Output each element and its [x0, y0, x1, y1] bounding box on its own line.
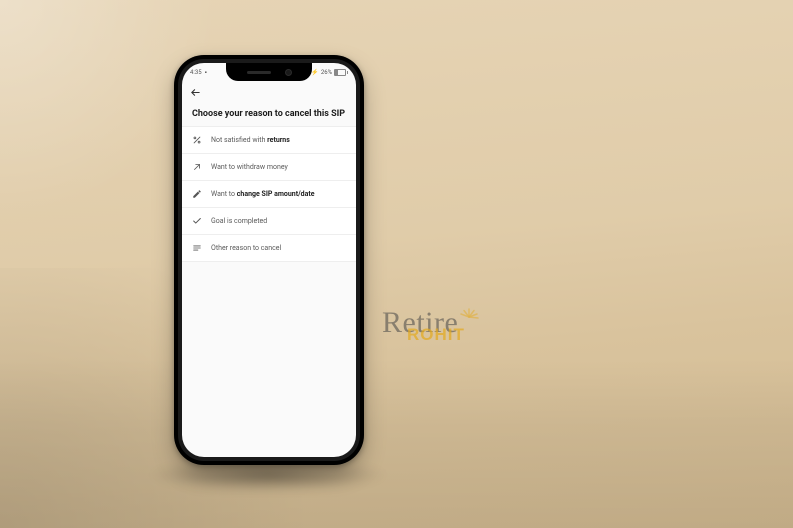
check-icon — [192, 216, 202, 226]
percent-icon — [192, 135, 202, 145]
reason-row-goal-completed[interactable]: Goal is completed — [182, 207, 356, 235]
reason-row-returns[interactable]: Not satisfied with returns — [182, 126, 356, 154]
promo-stage: 4:35 ▪ ⚡ 26% Choose your rea — [0, 0, 793, 528]
reason-row-change-sip[interactable]: Want to change SIP amount/date — [182, 180, 356, 208]
reason-label: Not satisfied with returns — [211, 136, 290, 144]
app-bar — [182, 81, 356, 103]
speaker-slot — [247, 71, 271, 74]
front-camera — [285, 69, 292, 76]
page-title: Choose your reason to cancel this SIP — [182, 103, 356, 127]
arrow-left-icon — [190, 87, 201, 98]
reason-label: Want to change SIP amount/date — [211, 190, 315, 198]
floor-shade — [0, 358, 793, 528]
status-time: 4:35 — [190, 69, 202, 76]
back-button[interactable] — [190, 87, 201, 98]
phone-notch — [226, 63, 312, 81]
reason-list: Not satisfied with returns Want to withd… — [182, 127, 356, 262]
phone-screen: 4:35 ▪ ⚡ 26% Choose your rea — [182, 63, 356, 457]
sun-rays-icon — [459, 306, 479, 326]
brand-line-2: ROHIT — [407, 325, 465, 345]
reason-row-other[interactable]: Other reason to cancel — [182, 234, 356, 262]
arrow-up-right-icon — [192, 162, 202, 172]
battery-percent: 26% — [321, 69, 332, 76]
reason-label: Want to withdraw money — [211, 163, 288, 171]
reason-label: Other reason to cancel — [211, 244, 281, 252]
charging-icon: ⚡ — [311, 69, 318, 76]
phone-mockup: 4:35 ▪ ⚡ 26% Choose your rea — [174, 55, 364, 465]
pencil-icon — [192, 189, 202, 199]
reason-label: Goal is completed — [211, 217, 267, 225]
battery-icon — [334, 69, 348, 76]
reason-row-withdraw[interactable]: Want to withdraw money — [182, 153, 356, 181]
list-icon — [192, 243, 202, 253]
status-square-icon: ▪ — [205, 69, 207, 76]
status-left: 4:35 ▪ — [190, 69, 207, 76]
